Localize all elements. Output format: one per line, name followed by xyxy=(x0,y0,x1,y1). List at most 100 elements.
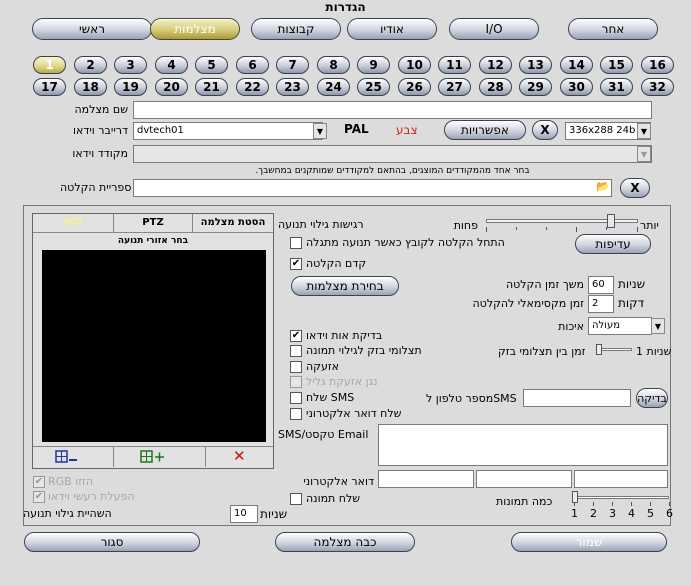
video-driver-select[interactable]: dvtech01 xyxy=(133,122,323,140)
resolution-dropdown-icon[interactable]: ▼ xyxy=(637,123,651,139)
settings-window: הגדרות ראשי מצלמות קבוצות אודיו I/O אחר 12345… xyxy=(0,0,691,586)
zone-header: בחר אזורי תנועה xyxy=(117,236,189,246)
camera-button-18[interactable]: 18 xyxy=(74,78,107,96)
camera-button-3[interactable]: 3 xyxy=(114,56,147,74)
save-button[interactable]: שמור xyxy=(511,532,667,552)
camera-button-24[interactable]: 24 xyxy=(317,78,350,96)
quality-select[interactable]: מעולה xyxy=(588,317,652,335)
tab-divider xyxy=(33,232,273,233)
grid-minus-icon[interactable] xyxy=(55,450,77,464)
video-driver-label: דרייבר וידאו xyxy=(72,124,128,137)
image-count-thumb[interactable] xyxy=(572,491,578,503)
grid-plus-icon[interactable] xyxy=(140,450,166,464)
camera-button-13[interactable]: 13 xyxy=(519,56,552,74)
camera-button-32[interactable]: 32 xyxy=(641,78,674,96)
alarm-checkbox[interactable] xyxy=(290,361,302,373)
priority-button[interactable]: עדיפות xyxy=(575,234,651,254)
email-address-input-3[interactable] xyxy=(574,470,668,488)
sensitivity-track xyxy=(486,219,638,223)
test-interval-thumb[interactable] xyxy=(596,344,602,355)
camera-button-27[interactable]: 27 xyxy=(438,78,471,96)
close-button[interactable]: X xyxy=(532,120,558,140)
image-count-slider[interactable]: 123456 xyxy=(570,490,673,526)
camera-select-button[interactable]: בחירת מצלמות xyxy=(291,276,399,296)
tab-io[interactable]: I/O xyxy=(449,18,539,40)
image-count-tick-label: 6 xyxy=(666,507,673,520)
tab-cameras[interactable]: מצלמות xyxy=(150,18,240,40)
camera-preview[interactable] xyxy=(42,250,266,442)
video-noise-label: הפעלת רעשי וידאו xyxy=(48,490,135,503)
image-count-tick-label: 2 xyxy=(590,507,597,520)
recording-folder-input[interactable] xyxy=(133,179,612,197)
tab-main[interactable]: ראשי xyxy=(32,18,152,40)
camera-button-29[interactable]: 29 xyxy=(519,78,552,96)
sms-checkbox[interactable] xyxy=(290,392,302,404)
start-new-file-checkbox[interactable] xyxy=(290,237,302,249)
camera-button-31[interactable]: 31 xyxy=(600,78,633,96)
tab-camera-shift[interactable]: הסטת מצלמה xyxy=(193,214,273,232)
camera-button-11[interactable]: 11 xyxy=(438,56,471,74)
camera-button-21[interactable]: 21 xyxy=(195,78,228,96)
camera-button-25[interactable]: 25 xyxy=(357,78,390,96)
duration-input[interactable]: 60 xyxy=(588,276,614,294)
test-sms-button[interactable]: בדיקה xyxy=(636,388,668,408)
max-time-input[interactable]: 2 xyxy=(588,295,614,313)
folder-clear-button[interactable]: X xyxy=(620,178,650,198)
camera-button-1[interactable]: 1 xyxy=(33,56,66,74)
camera-button-2[interactable]: 2 xyxy=(74,56,107,74)
phone-input[interactable] xyxy=(523,389,631,407)
motion-pause-input[interactable]: 10 xyxy=(230,505,258,523)
email-checkbox[interactable] xyxy=(290,408,302,420)
camera-button-10[interactable]: 10 xyxy=(398,56,431,74)
camera-button-19[interactable]: 19 xyxy=(114,78,147,96)
camera-button-22[interactable]: 22 xyxy=(236,78,269,96)
camera-button-9[interactable]: 9 xyxy=(357,56,390,74)
sms-text-input[interactable] xyxy=(378,424,668,466)
tab-ptz[interactable]: PTZ xyxy=(113,214,193,232)
video-driver-dropdown-icon[interactable]: ▼ xyxy=(313,123,327,139)
image-count-tick-label: 5 xyxy=(647,507,654,520)
camera-button-16[interactable]: 16 xyxy=(641,56,674,74)
camera-button-12[interactable]: 12 xyxy=(479,56,512,74)
disable-camera-button[interactable]: כבה מצלמה xyxy=(275,532,415,552)
email-address-input-1[interactable] xyxy=(378,470,474,488)
camera-button-14[interactable]: 14 xyxy=(560,56,593,74)
camera-button-28[interactable]: 28 xyxy=(479,78,512,96)
camera-name-input[interactable] xyxy=(133,101,652,119)
camera-button-15[interactable]: 15 xyxy=(600,56,633,74)
tab-audio[interactable]: אודיו xyxy=(347,18,437,40)
sensitivity-slider[interactable] xyxy=(486,213,638,233)
email-address-input-2[interactable] xyxy=(476,470,572,488)
alarm-sound-checkbox xyxy=(290,376,302,388)
start-new-file-label: התחל הקלטה לקובץ כאשר תנועה מתגלה xyxy=(306,236,505,249)
camera-button-6[interactable]: 6 xyxy=(236,56,269,74)
video-check-checkbox[interactable]: ✔ xyxy=(290,330,302,342)
camera-button-20[interactable]: 20 xyxy=(155,78,188,96)
camera-button-30[interactable]: 30 xyxy=(560,78,593,96)
camera-button-4[interactable]: 4 xyxy=(155,56,188,74)
pre-record-checkbox[interactable]: ✔ xyxy=(290,258,302,270)
snapshot-checkbox[interactable] xyxy=(290,345,302,357)
quality-dropdown-icon[interactable]: ▼ xyxy=(651,318,665,334)
tab-md[interactable]: MD xyxy=(33,214,113,232)
close-dialog-button[interactable]: סגור xyxy=(24,532,200,552)
close-icon[interactable]: ✕ xyxy=(233,447,247,465)
tab-groups[interactable]: קבוצות xyxy=(251,18,341,40)
sensitivity-thumb[interactable] xyxy=(607,214,615,228)
sms-label: שלח SMS xyxy=(306,391,355,404)
test-interval-slider[interactable] xyxy=(596,343,632,357)
tab-other[interactable]: אחר xyxy=(568,18,658,40)
folder-icon[interactable]: 📂 xyxy=(595,180,611,195)
camera-button-17[interactable]: 17 xyxy=(33,78,66,96)
image-count-tick xyxy=(669,502,670,506)
send-image-checkbox[interactable] xyxy=(290,493,302,505)
camera-button-8[interactable]: 8 xyxy=(317,56,350,74)
camera-button-26[interactable]: 26 xyxy=(398,78,431,96)
camera-button-5[interactable]: 5 xyxy=(195,56,228,74)
max-time-unit: דקות xyxy=(618,296,645,310)
camera-button-23[interactable]: 23 xyxy=(276,78,309,96)
max-time-label: זמן מקסימאלי להקלטה xyxy=(472,297,585,310)
options-button[interactable]: אפשרויות xyxy=(444,120,526,140)
encoder-hint: .בחר אחד מהמקודדים המוצגים, בהתאם למקודד… xyxy=(255,166,530,176)
camera-button-7[interactable]: 7 xyxy=(276,56,309,74)
